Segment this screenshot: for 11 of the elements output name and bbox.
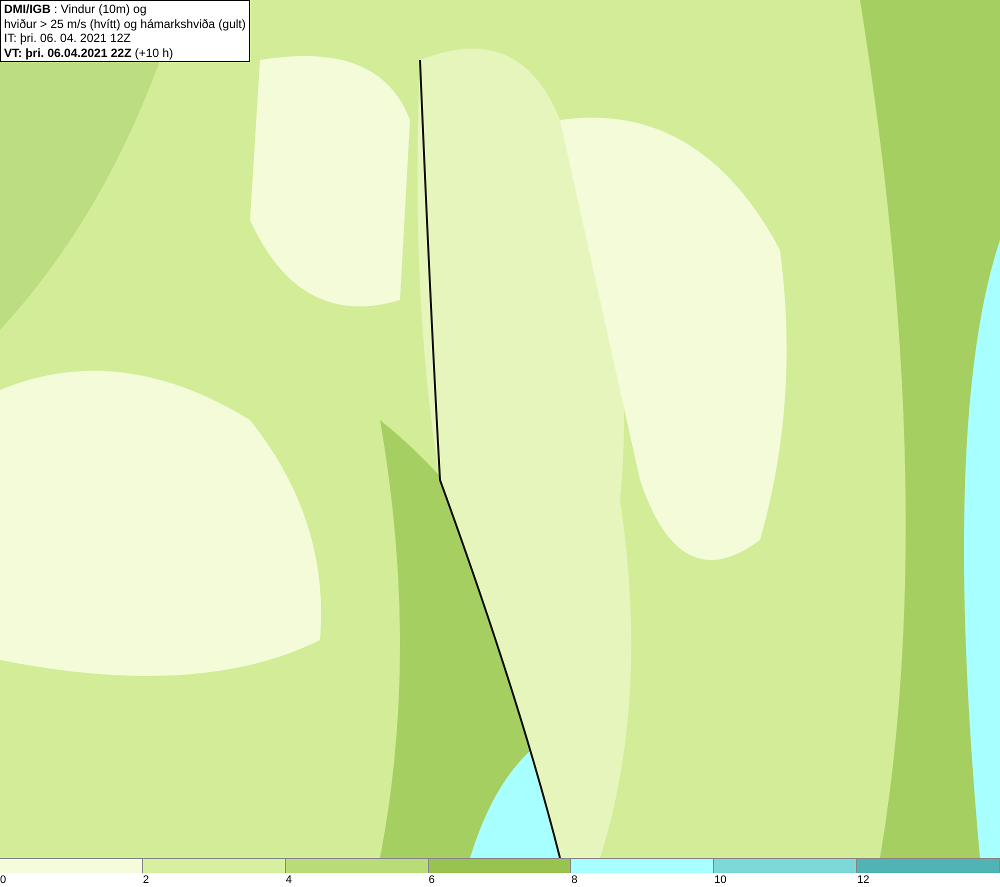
title-line: VT: þri. 06.04.2021 22Z (+10 h) bbox=[4, 46, 174, 60]
legend-label: 0 bbox=[0, 873, 6, 887]
title-line: IT: þri. 06. 04. 2021 12Z bbox=[4, 31, 132, 46]
legend-label: 8 bbox=[571, 873, 578, 887]
title-line: hviður > 25 m/s (hvítt) og hámarkshviða (gult) bbox=[4, 16, 246, 31]
legend-label: 12 bbox=[857, 873, 870, 887]
legend-label: 2 bbox=[142, 873, 149, 887]
legend-label: 4 bbox=[286, 873, 292, 887]
legend-label: 10 bbox=[714, 873, 727, 887]
title-line: DMI/IGB : Vindur (10m) og bbox=[4, 2, 148, 16]
legend-label: 6 bbox=[428, 873, 435, 887]
